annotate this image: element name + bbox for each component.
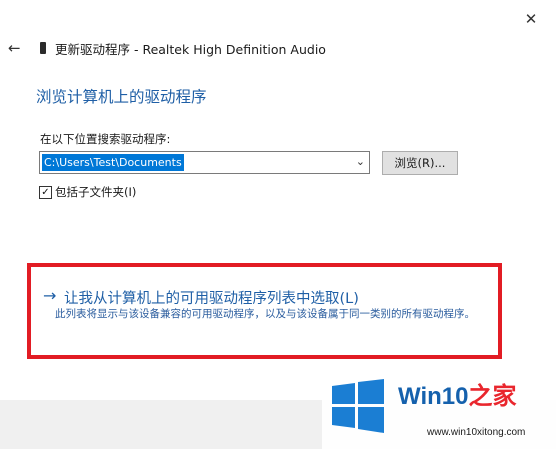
path-input-value[interactable]: C:\Users\Test\Documents [42, 154, 184, 171]
page-title: 浏览计算机上的驱动程序 [36, 88, 207, 106]
logo-pane [332, 407, 355, 428]
arrow-right-icon[interactable]: → [43, 286, 56, 305]
logo-pane [358, 379, 384, 404]
pick-from-list-link[interactable]: 让我从计算机上的可用驱动程序列表中选取(L) [64, 287, 359, 308]
back-arrow-icon[interactable]: ← [8, 38, 28, 58]
pick-from-list-description: 此列表将显示与该设备兼容的可用驱动程序，以及与该设备属于同一类别的所有驱动程序。 [55, 308, 475, 320]
brand-accent: 之家 [468, 383, 517, 410]
close-button[interactable]: ✕ [520, 8, 542, 30]
window-title: 更新驱动程序 - Realtek High Definition Audio [55, 42, 326, 57]
watermark-url: www.win10xitong.com [427, 427, 526, 438]
logo-pane [358, 407, 384, 433]
brand-main: Win10 [398, 383, 469, 410]
search-location-label: 在以下位置搜索驱动程序: [40, 132, 171, 146]
include-subfolders-checkbox[interactable]: ✓ [39, 186, 52, 199]
windows-logo-icon [332, 379, 384, 433]
device-icon [40, 42, 46, 54]
logo-pane [332, 383, 355, 404]
path-combobox[interactable]: C:\Users\Test\Documents ⌄ [39, 151, 370, 174]
chevron-down-icon[interactable]: ⌄ [356, 155, 365, 168]
watermark-brand: Win10之家 [398, 376, 516, 411]
include-subfolders-label[interactable]: 包括子文件夹(I) [55, 184, 136, 200]
browse-button[interactable]: 浏览(R)... [382, 151, 458, 175]
